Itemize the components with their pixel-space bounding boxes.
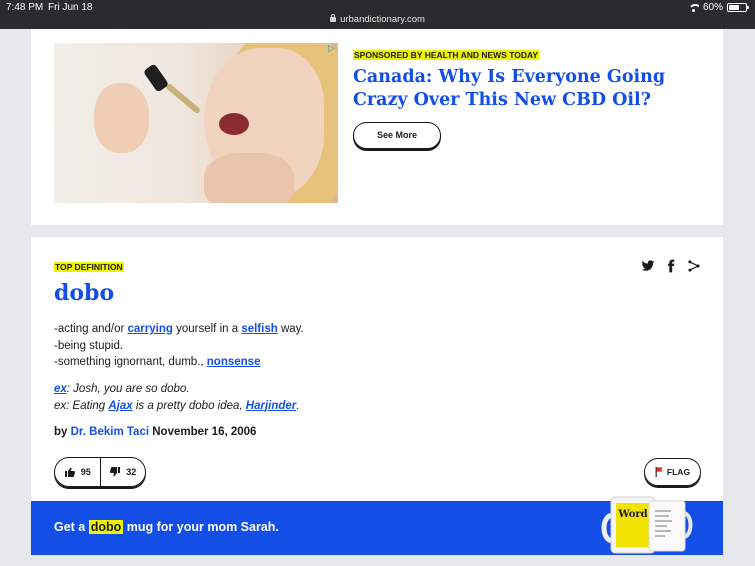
ad-image-dropper-glass: [165, 82, 202, 115]
mug-promo-text[interactable]: Get a dobo mug for your mom Sarah.: [54, 520, 279, 534]
facebook-icon[interactable]: [664, 259, 678, 273]
definition-card: TOP DEFINITION dobo -acting and/or carry…: [31, 237, 723, 555]
link-ex[interactable]: ex: [54, 383, 67, 395]
mug-image[interactable]: Word: [601, 495, 693, 555]
author-link[interactable]: Dr. Bekim Taci: [71, 426, 149, 438]
flag-icon: [655, 467, 663, 477]
meaning-text: way.: [277, 323, 304, 335]
share-buttons: [641, 259, 701, 273]
downvote-count: 32: [126, 467, 137, 477]
ad-image-hand: [94, 83, 149, 153]
definition-word[interactable]: dobo: [54, 280, 114, 306]
flag-button[interactable]: FLAG: [644, 458, 701, 486]
mug-text-prefix: Get a: [54, 520, 89, 534]
ad-image[interactable]: ▷: [54, 43, 338, 203]
ad-image-mouth: [219, 113, 249, 135]
battery-percent: 60%: [702, 2, 723, 13]
example-line-2: ex: Eating Ajax is a pretty dobo idea, H…: [54, 398, 300, 415]
meaning-line-3: -something ignornant, dumb., nonsense: [54, 354, 304, 371]
meaning-line-2: -being stupid.: [54, 339, 124, 352]
ad-image-dropper: [142, 63, 170, 93]
status-time: 7:48 PM: [6, 2, 44, 13]
adchoices-icon[interactable]: ▷: [328, 44, 336, 53]
battery-icon: [727, 3, 749, 12]
lock-icon: [330, 14, 337, 22]
example-text: .: [296, 399, 300, 412]
battery-fill: [729, 5, 739, 10]
top-definition-badge: TOP DEFINITION: [54, 262, 124, 272]
example-text: is a pretty dobo idea,: [132, 399, 246, 412]
ad-card: ▷ SPONSORED BY HEALTH AND NEWS TODAY Can…: [31, 29, 723, 225]
byline-by: by: [54, 426, 68, 438]
link-selfish[interactable]: selfish: [241, 323, 277, 335]
see-more-button[interactable]: See More: [353, 122, 441, 149]
wifi-icon: [687, 3, 699, 12]
definition-date: November 16, 2006: [152, 426, 257, 438]
example-line-1: ex: Josh, you are so dobo.: [54, 381, 300, 398]
example-text: ex: Eating: [54, 399, 109, 412]
thumbs-up-icon: [64, 467, 75, 477]
thumbs-down-icon: [110, 467, 121, 477]
mug-highlight-word: dobo: [88, 520, 124, 534]
share-icon[interactable]: [687, 259, 701, 273]
meaning-line-1: -acting and/or carrying yourself in a se…: [54, 321, 304, 338]
status-date: Fri Jun 18: [48, 2, 93, 13]
status-bar: 7:48 PM Fri Jun 18 urbandictionary.com 6…: [0, 0, 755, 29]
downvote-button[interactable]: 32: [99, 458, 146, 486]
mug-label: Word: [617, 509, 647, 520]
byline: by Dr. Bekim Taci November 16, 2006: [54, 426, 256, 438]
example-text: : Josh, you are so dobo.: [66, 383, 190, 395]
upvote-button[interactable]: 95: [55, 458, 100, 486]
ad-image-neck: [204, 153, 294, 203]
twitter-icon[interactable]: [641, 259, 655, 273]
definition-example: ex: Josh, you are so dobo. ex: Eating Aj…: [54, 381, 300, 414]
link-harjinder[interactable]: Harjinder: [246, 400, 297, 412]
link-carrying[interactable]: carrying: [128, 323, 173, 335]
upvote-count: 95: [80, 467, 91, 477]
mug-text-suffix: mug for your mom Sarah.: [123, 520, 279, 534]
meaning-text: yourself in a: [172, 323, 242, 335]
address-bar[interactable]: urbandictionary.com: [0, 14, 755, 25]
meaning-text: -something ignornant, dumb.,: [54, 356, 207, 368]
address-url: urbandictionary.com: [340, 14, 425, 25]
link-ajax[interactable]: Ajax: [108, 400, 132, 412]
link-nonsense[interactable]: nonsense: [207, 356, 261, 368]
definition-meaning: -acting and/or carrying yourself in a se…: [54, 321, 304, 371]
flag-label: FLAG: [666, 467, 691, 477]
sponsored-label: SPONSORED BY HEALTH AND NEWS TODAY: [353, 50, 540, 60]
vote-buttons: 95 32: [54, 457, 146, 487]
meaning-text: -acting and/or: [54, 323, 128, 335]
ad-title[interactable]: Canada: Why Is Everyone Going Crazy Over…: [353, 66, 713, 112]
